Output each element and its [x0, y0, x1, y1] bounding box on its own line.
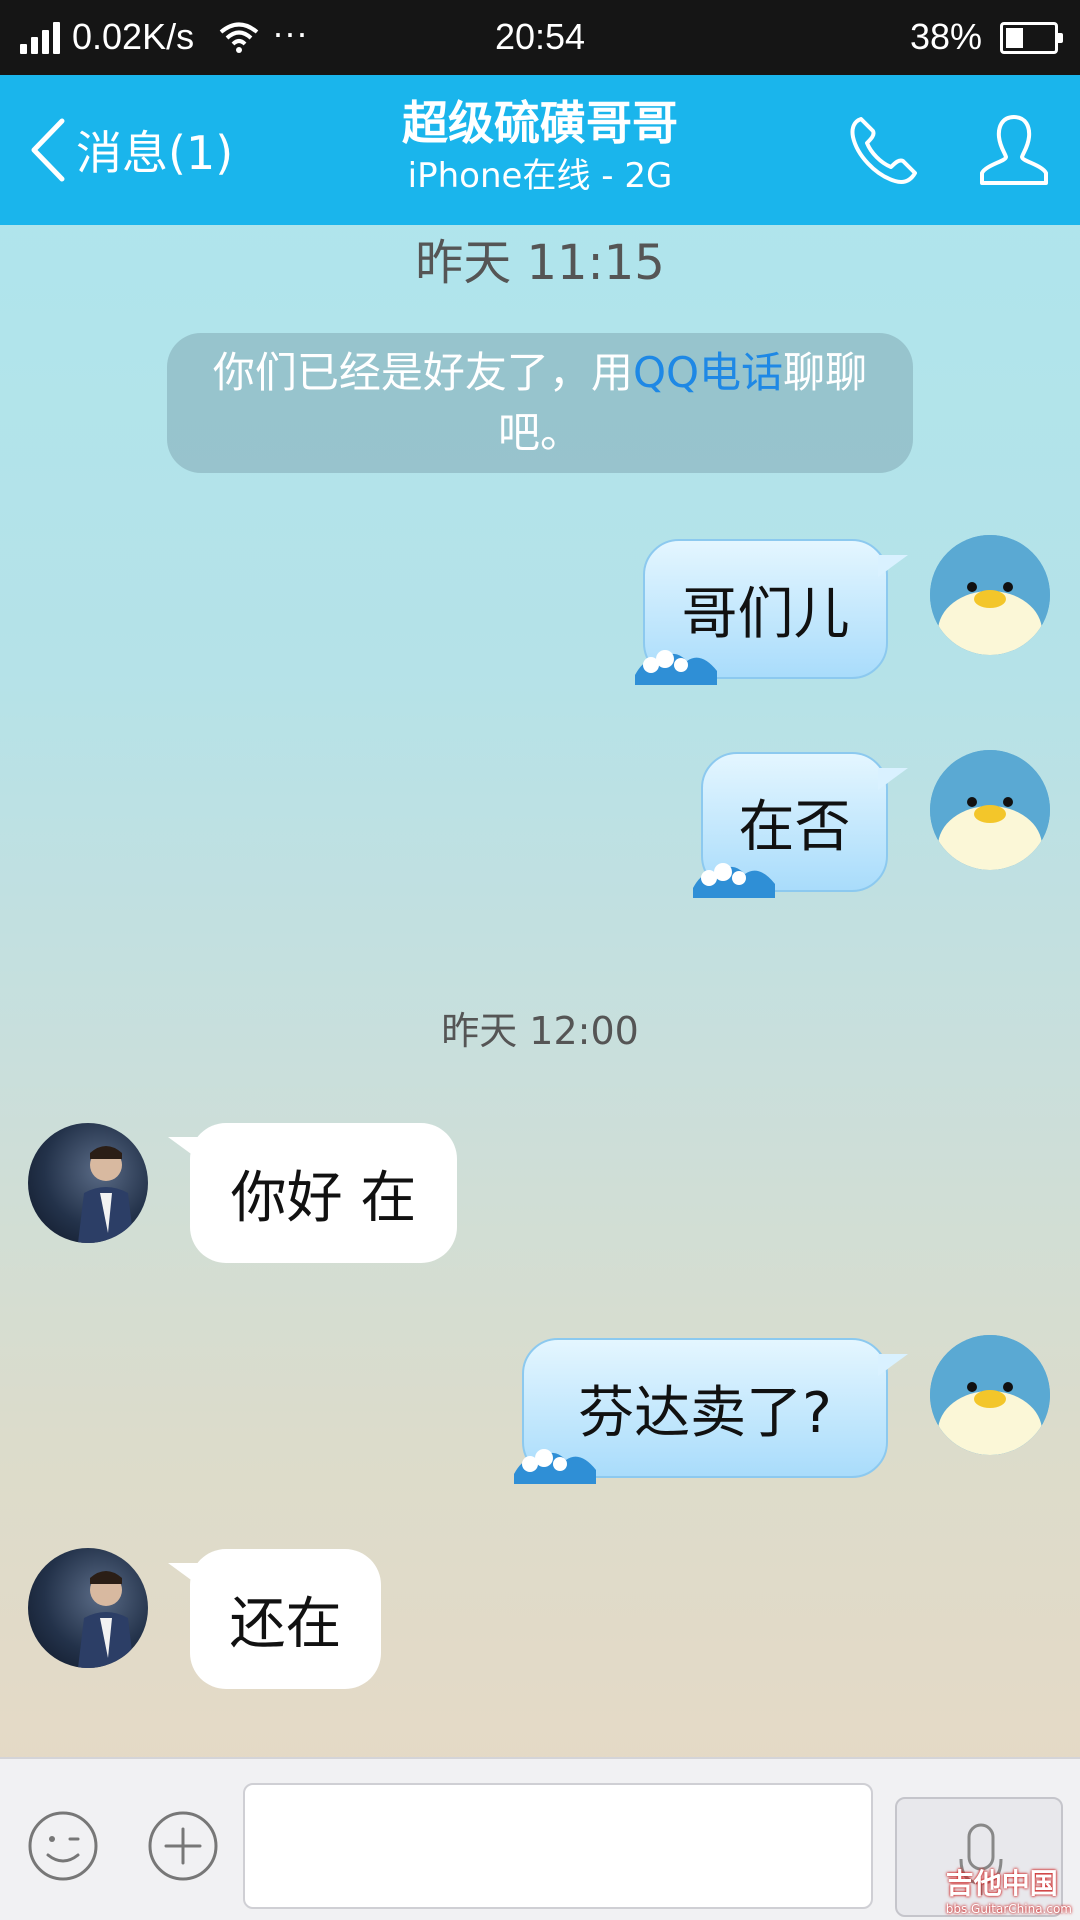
phone-icon[interactable]	[845, 113, 921, 189]
message-bubble-outgoing[interactable]: 哥们儿	[635, 539, 908, 685]
emoji-icon[interactable]	[26, 1809, 100, 1883]
friend-avatar[interactable]	[28, 1123, 148, 1243]
message-bubble-outgoing[interactable]: 在否	[693, 752, 908, 898]
watermark-url: bbs.GuitarChina.com	[945, 1902, 1072, 1916]
title-block: 超级硫磺哥哥 iPhone在线 - 2G	[240, 93, 840, 199]
chevron-left-icon	[31, 118, 65, 182]
timestamp: 昨天 11:15	[415, 235, 665, 291]
contact-name: 超级硫磺哥哥	[402, 96, 678, 150]
battery-fill	[1006, 28, 1023, 48]
system-notice: 你们已经是好友了，用QQ电话聊聊吧。	[167, 333, 913, 473]
person-photo-icon	[78, 1571, 134, 1668]
battery-icon	[1000, 22, 1063, 54]
watermark: 吉他中国 bbs.GuitarChina.com	[946, 1862, 1072, 1916]
penguin-avatar-icon	[930, 535, 1050, 655]
notice-text: 你们已经是好友了，用	[212, 348, 633, 397]
message-text: 芬达卖了?	[578, 1380, 832, 1446]
message-bubble-incoming[interactable]: 你好 在	[168, 1123, 457, 1263]
input-bar: 吉他中国 bbs.GuitarChina.com	[0, 1757, 1080, 1920]
wave-decoration-icon	[514, 1449, 596, 1484]
profile-icon[interactable]	[976, 111, 1052, 191]
message-text: 还在	[229, 1591, 342, 1657]
penguin-avatar-icon	[930, 1335, 1050, 1455]
message-bubble-incoming[interactable]: 还在	[168, 1549, 381, 1689]
chat-screen: 0.02K/s ··· 20:54 38% 消息(1) 超级硫磺哥哥 iPhon…	[0, 0, 1080, 1920]
my-avatar[interactable]	[930, 535, 1050, 655]
wave-decoration-icon	[635, 650, 717, 685]
watermark-text: 吉他中国	[945, 1867, 1058, 1900]
my-avatar[interactable]	[930, 750, 1050, 870]
contact-status: iPhone在线 - 2G	[407, 156, 673, 196]
timestamp: 昨天 12:00	[441, 1009, 639, 1053]
penguin-avatar-icon	[930, 750, 1050, 870]
message-input[interactable]	[243, 1783, 873, 1909]
back-label: 消息(1)	[76, 126, 234, 180]
qq-call-link[interactable]: QQ电话	[633, 348, 783, 397]
my-avatar[interactable]	[930, 1335, 1050, 1455]
message-text: 你好 在	[230, 1165, 417, 1231]
battery-percent: 38%	[909, 16, 982, 57]
wave-decoration-icon	[693, 863, 775, 898]
friend-avatar[interactable]	[28, 1548, 148, 1668]
title-bar: 消息(1) 超级硫磺哥哥 iPhone在线 - 2G	[0, 75, 1080, 225]
plus-icon[interactable]	[146, 1809, 220, 1883]
person-photo-icon	[78, 1146, 134, 1243]
message-bubble-outgoing[interactable]: 芬达卖了?	[514, 1338, 908, 1484]
back-button[interactable]: 消息(1)	[28, 115, 233, 185]
status-bar: 0.02K/s ··· 20:54 38%	[0, 0, 1080, 75]
